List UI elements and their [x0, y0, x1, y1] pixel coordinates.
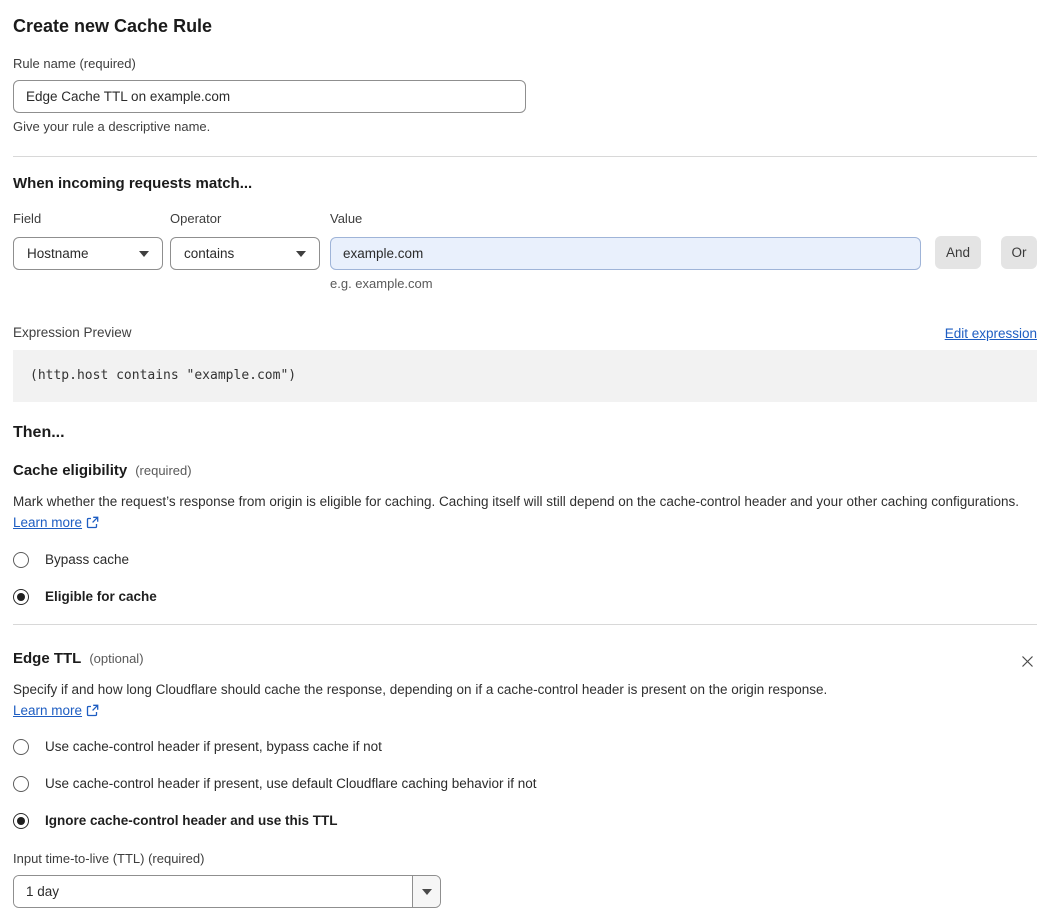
ttl-dropdown-button[interactable]: [412, 876, 440, 907]
rule-name-helper: Give your rule a descriptive name.: [13, 119, 211, 134]
close-icon: [1022, 656, 1033, 667]
external-link-icon: [86, 702, 99, 723]
edge-ttl-radio-group: Use cache-control header if present, byp…: [13, 739, 1037, 829]
edge-ttl-title: Edge TTL: [13, 650, 82, 667]
cache-eligibility-description: Mark whether the request’s response from…: [13, 491, 1037, 535]
external-link-icon: [86, 514, 99, 535]
edge-ttl-section: Edge TTL (optional) Specify if and how l…: [13, 650, 1037, 908]
edge-ttl-description: Specify if and how long Cloudflare shoul…: [13, 679, 848, 723]
chevron-down-icon: [296, 250, 306, 257]
rule-name-label: Rule name (required): [13, 56, 136, 71]
edge-ttl-learn-more-link[interactable]: Learn more: [13, 703, 82, 718]
radio-icon: [13, 776, 29, 792]
radio-icon: [13, 739, 29, 755]
radio-icon: [13, 552, 29, 568]
cache-eligibility-radio-group: Bypass cache Eligible for cache: [13, 552, 1037, 605]
radio-label: Eligible for cache: [45, 589, 157, 604]
close-button[interactable]: [1018, 652, 1037, 671]
then-heading: Then...: [13, 424, 65, 441]
radio-ignore-header-use-ttl[interactable]: Ignore cache-control header and use this…: [13, 813, 1037, 829]
edit-expression-link[interactable]: Edit expression: [945, 326, 1037, 341]
create-cache-rule-form: Create new Cache Rule Rule name (require…: [13, 0, 1037, 908]
match-expression-builder: Field Hostname Operator contains Value e…: [13, 211, 1037, 291]
field-label: Field: [13, 211, 42, 226]
page-title: Create new Cache Rule: [13, 16, 213, 36]
operator-select-value: contains: [184, 246, 235, 261]
ttl-combobox: [13, 875, 441, 908]
or-button[interactable]: Or: [1001, 236, 1037, 269]
radio-bypass-cache[interactable]: Bypass cache: [13, 552, 1037, 568]
cache-eligibility-title: Cache eligibility: [13, 462, 128, 479]
divider: [13, 156, 1037, 157]
rule-name-input[interactable]: [13, 80, 526, 113]
operator-select[interactable]: contains: [170, 237, 320, 270]
radio-label: Bypass cache: [45, 552, 130, 567]
radio-label: Ignore cache-control header and use this…: [45, 813, 338, 828]
cache-eligibility-learn-more-link[interactable]: Learn more: [13, 515, 82, 530]
operator-label: Operator: [170, 211, 222, 226]
radio-use-header-bypass[interactable]: Use cache-control header if present, byp…: [13, 739, 1037, 755]
ttl-input-label: Input time-to-live (TTL) (required): [13, 851, 205, 866]
expression-preview-label: Expression Preview: [13, 325, 132, 340]
match-section-heading: When incoming requests match...: [13, 175, 253, 192]
expression-preview-row: Expression Preview Edit expression: [13, 325, 1037, 341]
radio-label: Use cache-control header if present, use…: [45, 776, 537, 791]
expression-code: (http.host contains "example.com"): [30, 368, 297, 383]
radio-icon: [13, 589, 29, 605]
value-helper: e.g. example.com: [330, 276, 433, 291]
chevron-down-icon: [139, 250, 149, 257]
radio-use-header-default[interactable]: Use cache-control header if present, use…: [13, 776, 1037, 792]
required-badge: (required): [135, 463, 192, 478]
radio-icon: [13, 813, 29, 829]
edge-ttl-description-text: Specify if and how long Cloudflare shoul…: [13, 682, 828, 697]
field-select[interactable]: Hostname: [13, 237, 163, 270]
cache-eligibility-description-text: Mark whether the request’s response from…: [13, 494, 1020, 509]
radio-eligible-for-cache[interactable]: Eligible for cache: [13, 589, 1037, 605]
value-input[interactable]: [330, 237, 921, 270]
ttl-input[interactable]: [14, 876, 412, 907]
field-select-value: Hostname: [27, 246, 89, 261]
expression-code-box: (http.host contains "example.com"): [13, 350, 1037, 402]
radio-label: Use cache-control header if present, byp…: [45, 739, 382, 754]
and-button[interactable]: And: [935, 236, 981, 269]
chevron-down-icon: [421, 888, 432, 895]
edge-ttl-header: Edge TTL (optional): [13, 650, 144, 668]
value-label: Value: [330, 211, 363, 226]
divider: [13, 624, 1037, 625]
optional-badge: (optional): [89, 651, 144, 666]
cache-eligibility-header: Cache eligibility (required): [13, 462, 1037, 480]
